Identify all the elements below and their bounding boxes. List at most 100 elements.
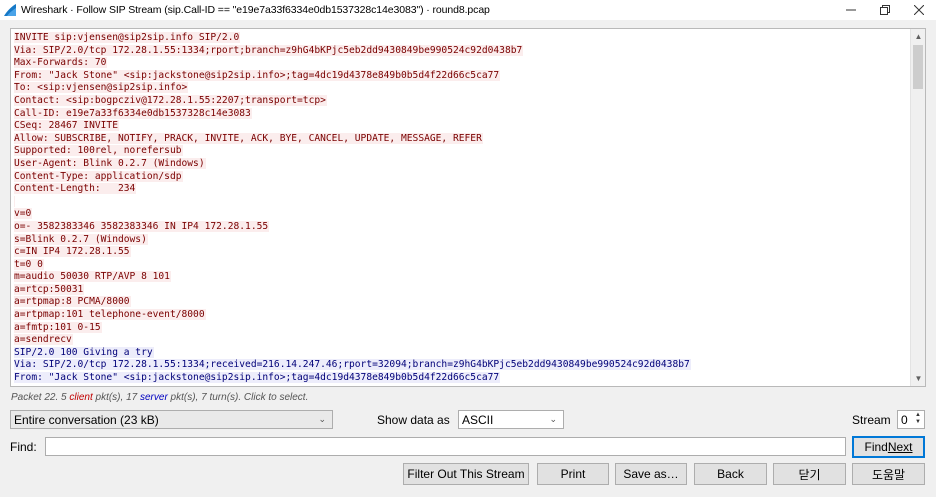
title-bar: Wireshark · Follow SIP Stream (sip.Call-… — [0, 0, 936, 20]
payload-line-text: Call-ID: e19e7a33f6334e0db1537328c14e308… — [14, 107, 252, 119]
find-input[interactable] — [45, 437, 846, 456]
spin-down-icon[interactable]: ▼ — [915, 419, 921, 426]
payload-line-text: o=- 3582383346 3582383346 IN IP4 172.28.… — [14, 220, 270, 232]
scroll-up-icon[interactable]: ▲ — [911, 29, 925, 44]
payload-line-text: Max-Forwards: 70 — [14, 57, 108, 69]
payload-line-text: Via: SIP/2.0/tcp 172.28.1.55:1334;receiv… — [14, 359, 691, 371]
payload-line-text: a=rtpmap:101 telephone-event/8000 — [14, 309, 206, 321]
spin-up-icon[interactable]: ▲ — [915, 412, 921, 419]
show-data-label: Show data as — [377, 413, 450, 427]
payload-line-text: v=0 — [14, 208, 33, 220]
client-payload-line[interactable]: a=rtcp:50031 — [14, 283, 909, 297]
client-payload-line[interactable]: s=Blink 0.2.7 (Windows) — [14, 233, 909, 247]
close-button[interactable]: 닫기 — [773, 463, 846, 485]
help-button[interactable]: 도움말 — [852, 463, 925, 485]
payload-line-text: c=IN IP4 172.28.1.55 — [14, 246, 131, 258]
show-data-select-value: ASCII — [462, 412, 494, 427]
payload-line-text: SIP/2.0 100 Giving a try — [14, 346, 154, 358]
scroll-down-icon[interactable]: ▼ — [911, 371, 925, 386]
client-payload-line[interactable]: a=sendrecv — [14, 334, 909, 347]
client-payload-line[interactable]: Allow: SUBSCRIBE, NOTIFY, PRACK, INVITE,… — [14, 132, 909, 146]
find-next-label: Find — [864, 440, 888, 454]
payload-line-text: Supported: 100rel, norefersub — [14, 145, 183, 157]
payload-line-text: Allow: SUBSCRIBE, NOTIFY, PRACK, INVITE,… — [14, 132, 483, 144]
conversation-select-value: Entire conversation (23 kB) — [14, 412, 159, 427]
status-client-word: client — [69, 392, 93, 403]
client-payload-line[interactable]: v=0 — [14, 208, 909, 221]
payload-line-text: Content-Type: application/sdp — [14, 170, 183, 182]
status-prefix: Packet 22. 5 — [11, 392, 70, 403]
client-payload-line[interactable]: Via: SIP/2.0/tcp 172.28.1.55:1334;rport;… — [14, 44, 909, 58]
maximize-button[interactable] — [868, 0, 902, 20]
client-payload-line[interactable]: Content-Length: 234 — [14, 183, 909, 196]
client-payload-line[interactable]: User-Agent: Blink 0.2.7 (Windows) — [14, 157, 909, 171]
find-label: Find: — [10, 440, 37, 454]
client-payload-line[interactable] — [14, 195, 909, 209]
payload-line-text: Content-Length: 234 — [14, 183, 137, 195]
print-button[interactable]: Print — [537, 463, 609, 485]
client-payload-line[interactable]: o=- 3582383346 3582383346 IN IP4 172.28.… — [14, 220, 909, 234]
show-data-select[interactable]: ASCII ⌄ — [458, 410, 564, 429]
status-suffix: pkt(s), 7 turn(s). Click to select. — [167, 392, 309, 403]
chevron-down-icon: ⌄ — [318, 414, 326, 424]
client-payload-line[interactable]: Supported: 100rel, norefersub — [14, 145, 909, 158]
payload-line-text — [14, 195, 15, 207]
client-payload-line[interactable]: To: <sip:vjensen@sip2sip.info> — [14, 82, 909, 95]
save-as-button[interactable]: Save as… — [615, 463, 687, 485]
client-payload-line[interactable]: a=rtpmap:8 PCMA/8000 — [14, 296, 909, 309]
close-window-button[interactable] — [902, 0, 936, 20]
payload-line-text: t=0 0 — [14, 258, 44, 270]
payload-line-text: To: <sip:vjensen@sip2sip.info> — [14, 82, 189, 94]
close-icon — [914, 5, 924, 15]
restore-icon — [880, 5, 890, 15]
minimize-icon — [846, 9, 856, 11]
payload-line-text: m=audio 50030 RTP/AVP 8 101 — [14, 271, 171, 283]
client-payload-line[interactable]: Content-Type: application/sdp — [14, 170, 909, 184]
payload-line-text: s=Blink 0.2.7 (Windows) — [14, 233, 148, 245]
client-payload-line[interactable]: Contact: <sip:bogpcziv@172.28.1.55:2207;… — [14, 94, 909, 108]
back-button[interactable]: Back — [694, 463, 767, 485]
stream-number-spinbox[interactable]: 0 ▲ ▼ — [897, 410, 925, 429]
client-payload-line[interactable]: c=IN IP4 172.28.1.55 — [14, 246, 909, 259]
spin-arrows[interactable]: ▲ ▼ — [913, 412, 923, 427]
window-title: Wireshark · Follow SIP Stream (sip.Call-… — [21, 4, 490, 16]
stream-label: Stream — [852, 413, 891, 427]
payload-line-text: CSeq: 28467 INVITE — [14, 120, 119, 132]
wireshark-fin-icon — [4, 4, 16, 16]
client-payload-line[interactable]: a=rtpmap:101 telephone-event/8000 — [14, 309, 909, 322]
client-payload-line[interactable]: Max-Forwards: 70 — [14, 57, 909, 70]
client-payload-line[interactable]: CSeq: 28467 INVITE — [14, 120, 909, 133]
window-controls — [834, 0, 936, 20]
status-server-word: server — [139, 392, 168, 403]
stream-status-text: Packet 22. 5 client pkt(s), 17 server pk… — [11, 392, 308, 403]
stream-text-view[interactable]: INVITE sip:vjensen@sip2sip.info SIP/2.0 V… — [10, 28, 926, 387]
payload-line-text: INVITE sip:vjensen@sip2sip.info SIP/2.0 — [14, 32, 241, 43]
client-payload-line[interactable]: Call-ID: e19e7a33f6334e0db1537328c14e308… — [14, 107, 909, 121]
client-payload-line[interactable]: From: "Jack Stone" <sip:jackstone@sip2si… — [14, 69, 909, 83]
server-payload-line[interactable]: Via: SIP/2.0/tcp 172.28.1.55:1334;receiv… — [14, 359, 909, 372]
payload-line-text: User-Agent: Blink 0.2.7 (Windows) — [14, 157, 206, 169]
server-payload-line[interactable]: SIP/2.0 100 Giving a try — [14, 346, 909, 360]
vertical-scrollbar[interactable]: ▲ ▼ — [910, 29, 925, 386]
stream-content[interactable]: INVITE sip:vjensen@sip2sip.info SIP/2.0 V… — [14, 32, 909, 385]
status-middle: pkt(s), 17 — [92, 392, 140, 403]
server-payload-line[interactable]: From: "Jack Stone" <sip:jackstone@sip2si… — [14, 372, 909, 385]
scroll-thumb[interactable] — [913, 45, 923, 89]
conversation-select[interactable]: Entire conversation (23 kB) ⌄ — [10, 410, 333, 429]
payload-line-text: a=rtcp:50031 — [14, 283, 85, 295]
stream-number-value: 0 — [901, 412, 908, 427]
client-payload-line[interactable]: m=audio 50030 RTP/AVP 8 101 — [14, 271, 909, 284]
chevron-down-icon: ⌄ — [549, 414, 557, 424]
payload-line-text: Contact: <sip:bogpcziv@172.28.1.55:2207;… — [14, 94, 327, 106]
client-payload-line[interactable]: a=fmtp:101 0-15 — [14, 321, 909, 335]
payload-line-text: Via: SIP/2.0/tcp 172.28.1.55:1334;rport;… — [14, 44, 524, 56]
find-next-label-accel: Next — [887, 440, 913, 454]
minimize-button[interactable] — [834, 0, 868, 20]
payload-line-text: a=sendrecv — [14, 334, 73, 346]
client-payload-line[interactable]: INVITE sip:vjensen@sip2sip.info SIP/2.0 — [14, 32, 909, 45]
find-next-button[interactable]: Find Next — [852, 436, 925, 458]
client-payload-line[interactable]: t=0 0 — [14, 258, 909, 272]
payload-line-text: From: "Jack Stone" <sip:jackstone@sip2si… — [14, 372, 501, 384]
payload-line-text: a=rtpmap:8 PCMA/8000 — [14, 296, 131, 308]
filter-out-stream-button[interactable]: Filter Out This Stream — [403, 463, 529, 485]
